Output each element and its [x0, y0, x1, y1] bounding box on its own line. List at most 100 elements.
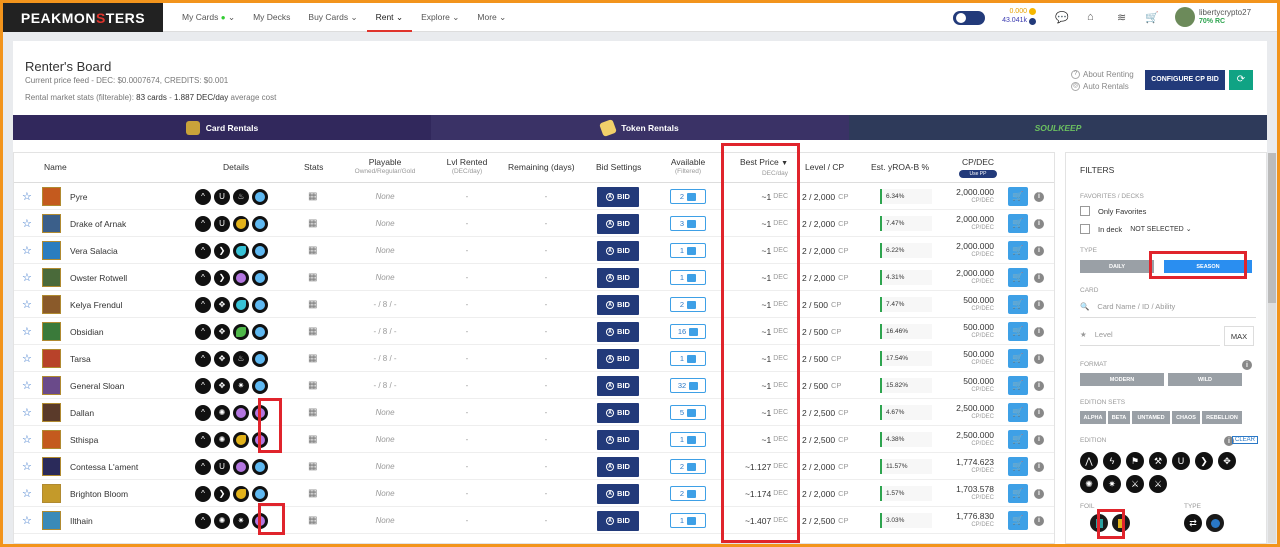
bid-button[interactable]: A BID: [597, 213, 639, 234]
available-button[interactable]: 1: [670, 513, 706, 528]
favorite-star-icon[interactable]: ☆: [22, 210, 32, 237]
card-thumbnail[interactable]: [42, 345, 61, 372]
card-name-label[interactable]: Tarsa: [70, 354, 91, 364]
card-thumbnail[interactable]: [42, 372, 61, 399]
card-image[interactable]: [42, 322, 61, 341]
edition-beta-icon[interactable]: ϟ: [1103, 452, 1121, 470]
favorite-star-icon[interactable]: ☆: [22, 372, 32, 399]
card-name-label[interactable]: Drake of Arnak: [70, 219, 126, 229]
info-icon[interactable]: i: [1034, 299, 1044, 310]
col-yroa[interactable]: Est. yROA-B %: [871, 162, 929, 172]
favorite-star-icon[interactable]: ☆: [22, 480, 32, 507]
edition-dice-icon[interactable]: ❯: [1195, 452, 1213, 470]
tab-soulkeep[interactable]: SOULKEEP: [849, 115, 1267, 140]
card-image[interactable]: [42, 214, 61, 233]
add-to-cart-button[interactable]: 🛒: [1008, 187, 1028, 206]
configure-cp-bid-button[interactable]: CONFIGURE CP BID: [1145, 70, 1225, 90]
edition-chaos-icon[interactable]: ✥: [1218, 452, 1236, 470]
format-wild-button[interactable]: WILD: [1168, 373, 1242, 386]
chat-icon[interactable]: 💬: [1055, 11, 1069, 24]
add-to-cart-button[interactable]: 🛒: [1008, 268, 1028, 287]
info-icon[interactable]: i: [1034, 353, 1044, 364]
col-remaining[interactable]: Remaining (days): [508, 162, 575, 172]
card-thumbnail[interactable]: [42, 318, 61, 345]
card-thumbnail[interactable]: [42, 426, 61, 453]
edition-reward-icon[interactable]: ⚒: [1149, 452, 1167, 470]
card-image[interactable]: [42, 484, 61, 503]
level-input[interactable]: ★ Level: [1080, 324, 1220, 346]
col-playable[interactable]: Playable Owned/Regular/Gold: [342, 157, 428, 177]
bid-button[interactable]: A BID: [597, 402, 639, 423]
stats-icon[interactable]: ▦: [308, 399, 317, 426]
stats-icon[interactable]: ▦: [308, 318, 317, 345]
only-favorites-checkbox[interactable]: Only Favorites: [1080, 206, 1146, 216]
card-thumbnail[interactable]: [42, 210, 61, 237]
bid-button[interactable]: A BID: [597, 429, 639, 450]
avatar[interactable]: [1175, 7, 1195, 27]
available-button[interactable]: 2: [670, 189, 706, 204]
add-to-cart-button[interactable]: 🛒: [1008, 403, 1028, 422]
info-icon[interactable]: i: [1034, 515, 1044, 526]
in-deck-checkbox[interactable]: In deck NOT SELECTED ⌄: [1080, 224, 1192, 234]
card-name[interactable]: Pyre: [70, 183, 87, 210]
set-beta-button[interactable]: BETA: [1108, 411, 1130, 424]
card-name-label[interactable]: Dallan: [70, 408, 94, 418]
card-thumbnail[interactable]: [42, 291, 61, 318]
card-thumbnail[interactable]: [42, 237, 61, 264]
cart-icon[interactable]: 🛒: [1145, 11, 1159, 24]
favorite-star-icon[interactable]: ☆: [22, 426, 32, 453]
add-to-cart-button[interactable]: 🛒: [1008, 322, 1028, 341]
card-name[interactable]: Ilthain: [70, 507, 93, 534]
card-image[interactable]: [42, 187, 61, 206]
tab-card-rentals[interactable]: Card Rentals: [13, 115, 431, 140]
stats-icon[interactable]: ▦: [308, 264, 317, 291]
info-icon[interactable]: i: [1034, 461, 1044, 472]
favorite-star-icon[interactable]: ☆: [22, 507, 32, 534]
add-to-cart-button[interactable]: 🛒: [1008, 241, 1028, 260]
col-available[interactable]: Available (Filtered): [666, 157, 710, 177]
info-icon[interactable]: i: [1034, 380, 1044, 391]
stats-icon[interactable]: ▦: [308, 426, 317, 453]
type-monster-icon[interactable]: [1206, 514, 1224, 532]
add-to-cart-button[interactable]: 🛒: [1008, 349, 1028, 368]
stats-icon[interactable]: ▦: [308, 507, 317, 534]
info-icon[interactable]: i: [1034, 272, 1044, 283]
stats-icon[interactable]: ▦: [308, 291, 317, 318]
bid-button[interactable]: A BID: [597, 321, 639, 342]
bid-button[interactable]: A BID: [597, 510, 639, 531]
info-icon[interactable]: i: [1034, 434, 1044, 445]
favorite-star-icon[interactable]: ☆: [22, 345, 32, 372]
edition-extra-icon[interactable]: ⚔: [1149, 475, 1167, 493]
edition-rebellion-icon[interactable]: ✺: [1080, 475, 1098, 493]
type-daily-button[interactable]: DAILY: [1080, 260, 1154, 273]
card-thumbnail[interactable]: [42, 507, 61, 534]
card-thumbnail[interactable]: [42, 453, 61, 480]
card-name-label[interactable]: Ilthain: [70, 516, 93, 526]
card-name-label[interactable]: Owster Rotwell: [70, 273, 127, 283]
available-button[interactable]: 1: [670, 270, 706, 285]
card-thumbnail[interactable]: [42, 264, 61, 291]
set-untamed-button[interactable]: UNTAMED: [1132, 411, 1170, 424]
edition-clear-button[interactable]: CLEAR: [1232, 436, 1259, 444]
bid-button[interactable]: A BID: [597, 348, 639, 369]
available-button[interactable]: 2: [670, 297, 706, 312]
card-image[interactable]: [42, 403, 61, 422]
stats-icon[interactable]: ▦: [308, 372, 317, 399]
col-lvl-rented[interactable]: Lvl Rented (DEC/day): [436, 157, 498, 177]
favorite-star-icon[interactable]: ☆: [22, 237, 32, 264]
max-level-button[interactable]: MAX: [1224, 326, 1254, 346]
info-icon[interactable]: i: [1034, 245, 1044, 256]
card-thumbnail[interactable]: [42, 480, 61, 507]
favorite-star-icon[interactable]: ☆: [22, 453, 32, 480]
favorite-star-icon[interactable]: ☆: [22, 318, 32, 345]
bid-button[interactable]: A BID: [597, 186, 639, 207]
bid-button[interactable]: A BID: [597, 375, 639, 396]
gold-foil-icon[interactable]: [1112, 514, 1130, 532]
refresh-button[interactable]: ⟳: [1229, 70, 1253, 90]
layers-icon[interactable]: ≋: [1117, 11, 1126, 24]
card-image[interactable]: [42, 241, 61, 260]
available-button[interactable]: 1: [670, 432, 706, 447]
card-image[interactable]: [42, 349, 61, 368]
tab-token-rentals[interactable]: Token Rentals: [431, 115, 849, 140]
theme-toggle[interactable]: [953, 11, 985, 25]
